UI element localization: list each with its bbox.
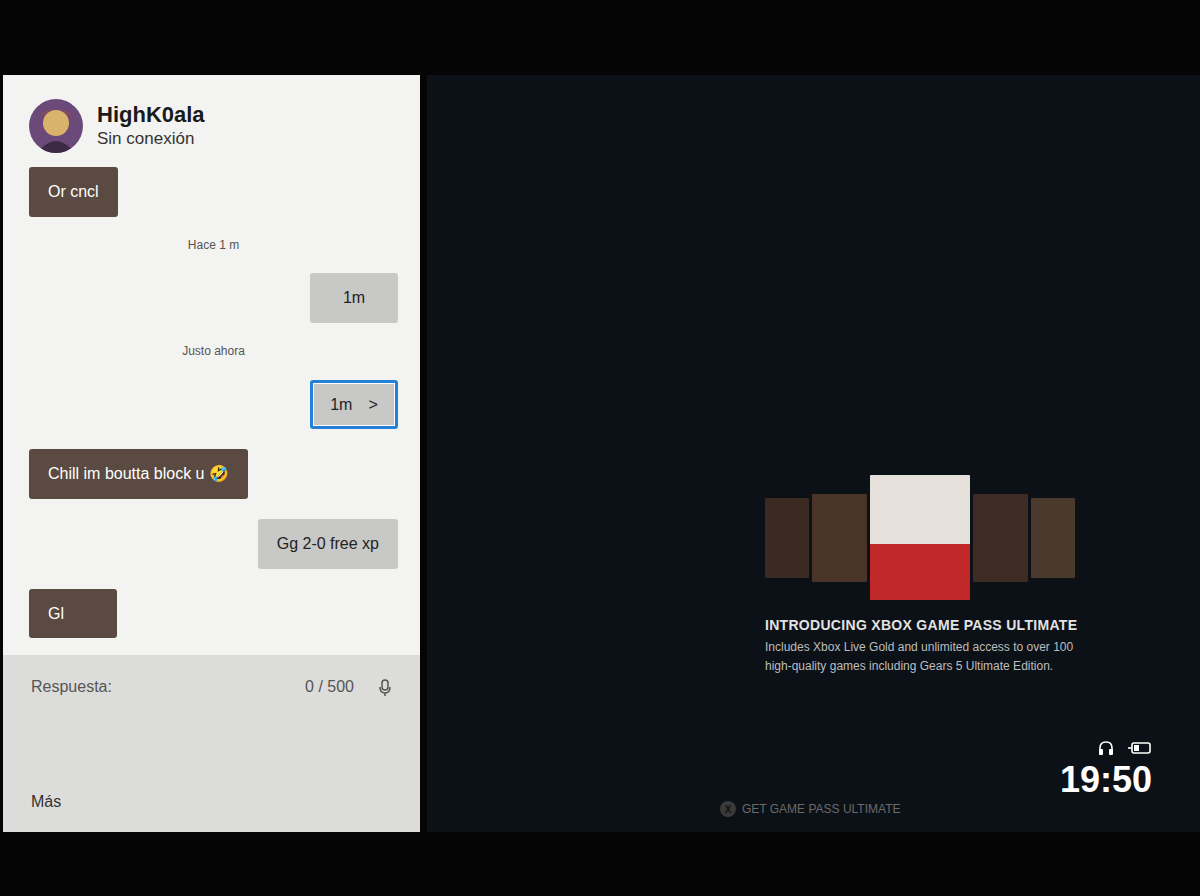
game-covers <box>765 475 1095 600</box>
game-cover <box>1031 498 1075 578</box>
battery-icon <box>1128 741 1152 755</box>
game-cover <box>870 475 970 600</box>
open-arrow: > <box>368 392 377 418</box>
timestamp: Hace 1 m <box>188 237 239 254</box>
promo-tile[interactable]: INTRODUCING XBOX GAME PASS ULTIMATE Inclu… <box>765 475 1095 675</box>
game-cover <box>765 498 809 578</box>
message-bubble[interactable]: Gl <box>29 589 117 639</box>
message-bubble[interactable]: 1m <box>310 273 398 323</box>
headset-icon <box>1098 740 1114 756</box>
action-hint[interactable]: X GET GAME PASS ULTIMATE <box>720 800 900 822</box>
message-list: Or cncl Hace 1 m 1m Justo ahora 1m > Chill im … <box>3 161 420 655</box>
contact-status: Sin conexión <box>97 128 205 150</box>
contact-info: HighK0alaSin conexión <box>97 102 205 150</box>
reply-area: Respuesta: 0 / 500 Más <box>3 655 420 832</box>
promo-description: Includes Xbox Live Gold and unlimited ac… <box>765 638 1095 675</box>
bottom-bar: X GET GAME PASS ULTIMATE 19:50 <box>427 740 1152 822</box>
action-label: GET GAME PASS ULTIMATE <box>742 800 900 818</box>
mic-icon <box>378 679 392 697</box>
chat-header: HighK0alaSin conexión <box>3 75 420 161</box>
game-cover <box>973 494 1028 582</box>
reply-field[interactable]: Respuesta: 0 / 500 <box>31 675 392 699</box>
message-bubble[interactable]: Chill im boutta block u 🤣 <box>29 449 248 499</box>
chat-panel: HighK0alaSin conexión Or cncl Hace 1 m 1m Ju… <box>3 75 420 832</box>
contact-name: HighK0ala <box>97 102 205 128</box>
game-cover <box>812 494 867 582</box>
more-button[interactable]: Más <box>31 790 392 814</box>
action-hints: X GET GAME PASS ULTIMATE <box>427 800 900 822</box>
reply-label: Respuesta: <box>31 675 112 699</box>
controller-button: X <box>720 801 736 817</box>
timestamp: Justo ahora <box>182 343 245 360</box>
message-bubble[interactable]: Gg 2-0 free xp <box>258 519 398 569</box>
status-area: 19:50 <box>1060 740 1152 822</box>
mic-button[interactable] <box>378 675 392 699</box>
promo-title: INTRODUCING XBOX GAME PASS ULTIMATE <box>765 616 1095 634</box>
avatar-picture-icon <box>29 99 83 153</box>
char-count: 0 / 500 <box>305 675 354 699</box>
clock: 19:50 <box>1060 760 1152 800</box>
message-text: 1m <box>330 392 352 418</box>
dashboard-background: INTRODUCING XBOX GAME PASS ULTIMATE Inclu… <box>427 75 1200 832</box>
avatar-icon[interactable] <box>29 99 83 153</box>
message-bubble[interactable]: 1m > <box>310 380 398 430</box>
message-bubble[interactable]: Or cncl <box>29 167 118 217</box>
status-icons <box>1098 740 1152 756</box>
